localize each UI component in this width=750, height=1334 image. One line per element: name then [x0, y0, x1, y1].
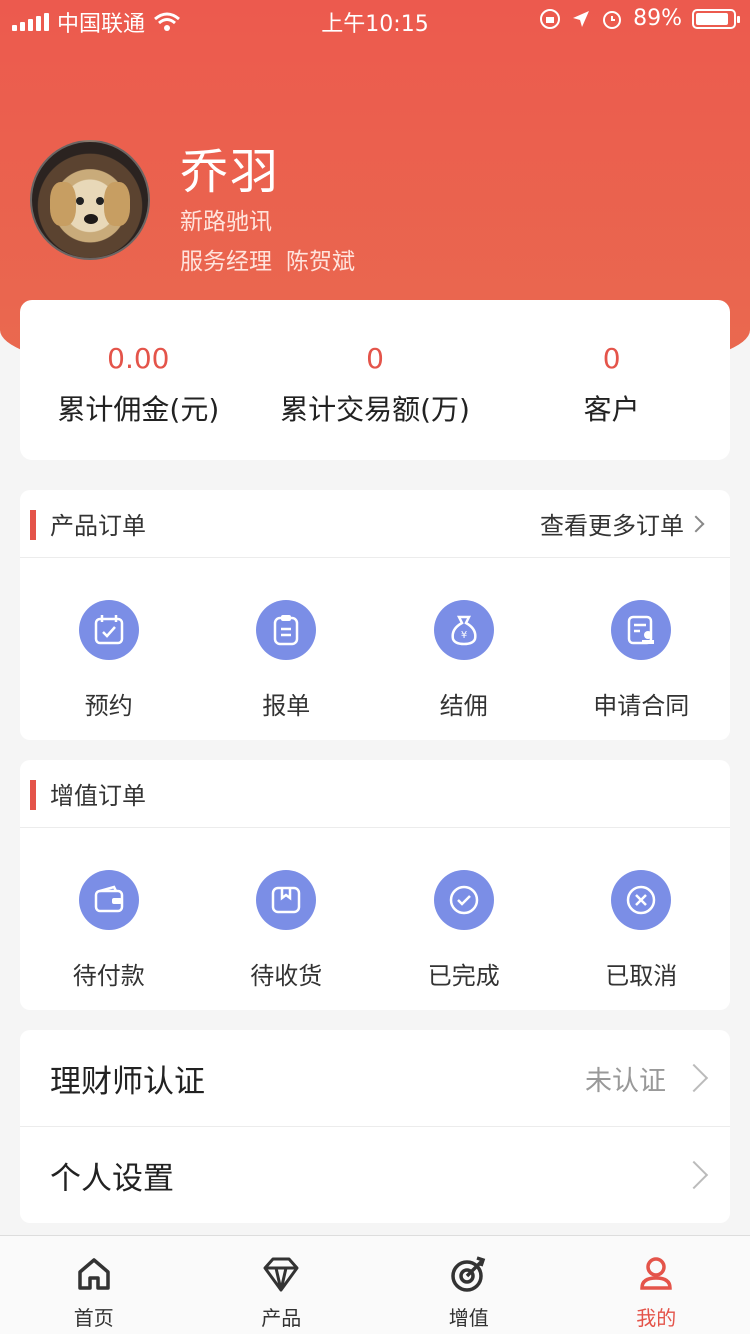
section-title: 增值订单 — [50, 782, 146, 810]
certification-status: 未认证 — [585, 1065, 666, 1097]
tab-mine[interactable]: 我的 — [563, 1236, 750, 1334]
svg-text:¥: ¥ — [461, 630, 467, 641]
location-icon — [573, 10, 590, 27]
company-name: 新路驰讯 — [180, 209, 272, 235]
chevron-right-icon — [679, 1160, 709, 1190]
view-more-label: 查看更多订单 — [540, 512, 684, 540]
order-label: 申请合同 — [593, 692, 690, 720]
tab-label: 增值 — [448, 1306, 489, 1330]
tab-home[interactable]: 首页 — [0, 1236, 188, 1334]
value-orders-card: 增值订单 待付款 待收货 已完成 已取消 — [20, 760, 730, 1010]
product-orders-header: 产品订单 查看更多订单 — [20, 490, 730, 558]
stat-value: 0.00 — [107, 342, 170, 375]
settings-label: 个人设置 — [50, 1160, 174, 1197]
settings-row[interactable]: 个人设置 — [20, 1127, 730, 1223]
manager-role: 服务经理 — [180, 249, 272, 275]
section-marker — [30, 780, 36, 810]
user-icon — [640, 1257, 673, 1290]
stat-label: 客户 — [583, 393, 640, 426]
service-manager: 服务经理 陈贺斌 — [180, 242, 355, 276]
product-orders-card: 产品订单 查看更多订单 预约 报单 ¥ 结佣 申请合同 — [20, 490, 730, 740]
stat-value: 0 — [602, 342, 621, 375]
order-label: 报单 — [262, 692, 311, 720]
money-bag-icon: ¥ — [433, 600, 494, 660]
order-completed[interactable]: 已完成 — [375, 828, 553, 1008]
wallet-icon — [78, 870, 139, 930]
section-title: 产品订单 — [50, 512, 146, 540]
manager-name: 陈贺斌 — [286, 249, 355, 275]
alarm-icon — [603, 10, 622, 29]
stat-customers[interactable]: 0 客户 — [493, 300, 730, 460]
battery-icon — [692, 8, 740, 29]
diamond-icon — [263, 1257, 299, 1292]
user-name: 乔羽 — [180, 144, 281, 200]
order-label: 待付款 — [72, 962, 145, 990]
clipboard-icon — [256, 600, 317, 660]
chevron-right-icon — [687, 515, 705, 532]
value-orders-header: 增值订单 — [20, 760, 730, 828]
certification-label: 理财师认证 — [50, 1063, 205, 1100]
stat-commission[interactable]: 0.00 累计佣金(元) — [20, 300, 257, 460]
tab-label: 产品 — [261, 1306, 302, 1330]
order-label: 已取消 — [605, 962, 678, 990]
order-commission[interactable]: ¥ 结佣 — [375, 558, 553, 738]
order-appointment[interactable]: 预约 — [20, 558, 198, 738]
tab-label: 首页 — [73, 1306, 114, 1330]
certification-row[interactable]: 理财师认证 未认证 — [20, 1030, 730, 1126]
tab-products[interactable]: 产品 — [188, 1236, 376, 1334]
order-pending-payment[interactable]: 待付款 — [20, 828, 198, 1008]
stat-value: 0 — [366, 342, 384, 375]
chevron-right-icon — [679, 1063, 709, 1093]
stats-card: 0.00 累计佣金(元) 0 累计交易额(万) 0 客户 — [20, 300, 730, 460]
stat-transaction[interactable]: 0 累计交易额(万) — [257, 300, 494, 460]
section-marker — [30, 510, 36, 540]
rotation-lock-icon — [540, 8, 561, 29]
check-circle-icon — [433, 870, 494, 930]
cancel-circle-icon — [611, 870, 672, 930]
order-pending-receipt[interactable]: 待收货 — [198, 828, 376, 1008]
calendar-check-icon — [78, 600, 139, 660]
package-icon — [256, 870, 317, 930]
target-icon — [451, 1256, 485, 1292]
contract-icon — [611, 600, 672, 660]
home-icon — [78, 1258, 110, 1290]
tab-label: 我的 — [636, 1306, 677, 1330]
order-label: 预约 — [84, 692, 133, 720]
battery-percent: 89% — [633, 6, 682, 31]
view-more-orders-link[interactable]: 查看更多订单 — [540, 506, 705, 541]
tab-value-added[interactable]: 增值 — [375, 1236, 563, 1334]
order-label: 待收货 — [250, 962, 323, 990]
order-label: 已完成 — [427, 962, 500, 990]
bottom-tab-bar: 首页 产品 增值 我的 — [0, 1235, 750, 1334]
status-bar: 中国联通 上午10:15 89% — [0, 0, 750, 40]
stat-label: 累计交易额(万) — [280, 393, 470, 426]
order-contract[interactable]: 申请合同 — [553, 558, 731, 738]
order-cancelled[interactable]: 已取消 — [553, 828, 731, 1008]
stat-label: 累计佣金(元) — [57, 393, 220, 426]
order-label: 结佣 — [439, 692, 488, 720]
avatar[interactable] — [30, 140, 150, 260]
order-submit[interactable]: 报单 — [198, 558, 376, 738]
